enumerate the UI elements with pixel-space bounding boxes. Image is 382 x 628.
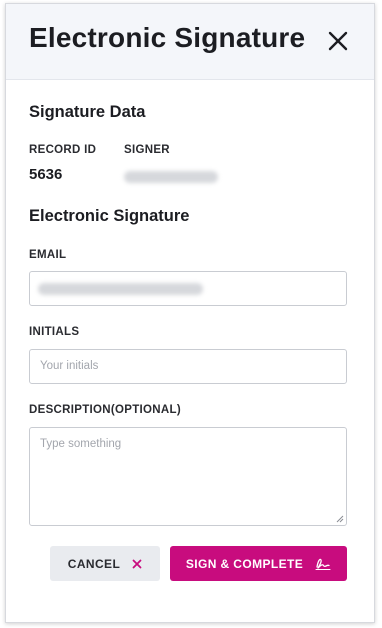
description-placeholder: Type something	[40, 438, 122, 450]
record-id-value: 5636	[29, 166, 63, 183]
dialog-header: Electronic Signature	[6, 4, 374, 80]
record-id-label: RECORD ID	[29, 144, 97, 156]
initials-label: INITIALS	[29, 326, 80, 338]
description-textarea[interactable]: Type something	[29, 427, 347, 526]
signature-icon	[315, 557, 331, 571]
email-label: EMAIL	[29, 249, 67, 261]
signature-data-heading: Signature Data	[29, 103, 146, 121]
sign-and-complete-button[interactable]: SIGN & COMPLETE	[170, 546, 347, 581]
close-icon[interactable]	[324, 27, 352, 55]
initials-placeholder: Your initials	[40, 360, 99, 372]
resize-handle-icon[interactable]	[336, 515, 344, 523]
email-value-redacted	[38, 283, 203, 295]
signer-label: SIGNER	[124, 144, 170, 156]
signer-value-redacted	[124, 171, 218, 183]
dialog-title: Electronic Signature	[29, 22, 306, 53]
description-label: DESCRIPTION(OPTIONAL)	[29, 404, 181, 416]
email-field[interactable]	[29, 271, 347, 306]
sign-button-label: SIGN & COMPLETE	[185, 556, 304, 571]
cancel-button[interactable]: CANCEL	[50, 546, 160, 581]
electronic-signature-heading: Electronic Signature	[29, 207, 190, 225]
x-icon	[132, 559, 142, 569]
electronic-signature-dialog: Electronic Signature Signature Data RECO…	[5, 3, 375, 623]
initials-field[interactable]: Your initials	[29, 349, 347, 384]
cancel-button-label: CANCEL	[67, 556, 121, 571]
